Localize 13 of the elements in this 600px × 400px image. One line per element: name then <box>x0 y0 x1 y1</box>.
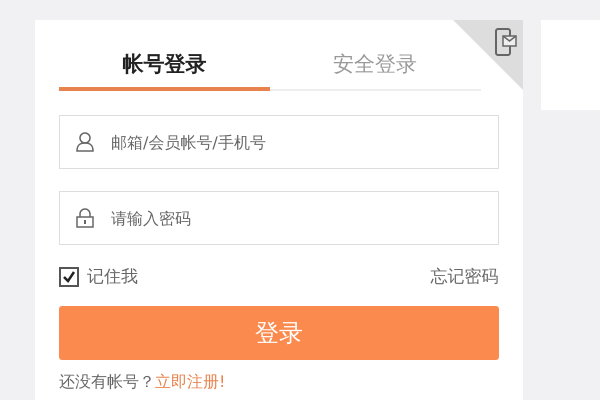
register-link[interactable]: 立即注册! <box>155 372 226 391</box>
input-field[interactable]: 请输入密码 <box>59 191 499 245</box>
login-button[interactable]: 登录 <box>59 306 499 360</box>
login-tab[interactable]: 安全登录 <box>270 46 481 91</box>
remember-label: 记住我 <box>87 266 138 288</box>
lock-icon <box>76 208 94 228</box>
signup-prompt: 还没有帐号？ <box>59 372 155 391</box>
login-tab[interactable]: 帐号登录 <box>59 46 270 91</box>
checkbox[interactable] <box>59 266 79 286</box>
user-icon <box>76 132 94 152</box>
phone-icon[interactable] <box>494 28 517 56</box>
input-field[interactable]: 邮箱/会员帐号/手机号 <box>59 115 499 169</box>
forgot-password-link[interactable]: 忘记密码 <box>430 265 499 288</box>
